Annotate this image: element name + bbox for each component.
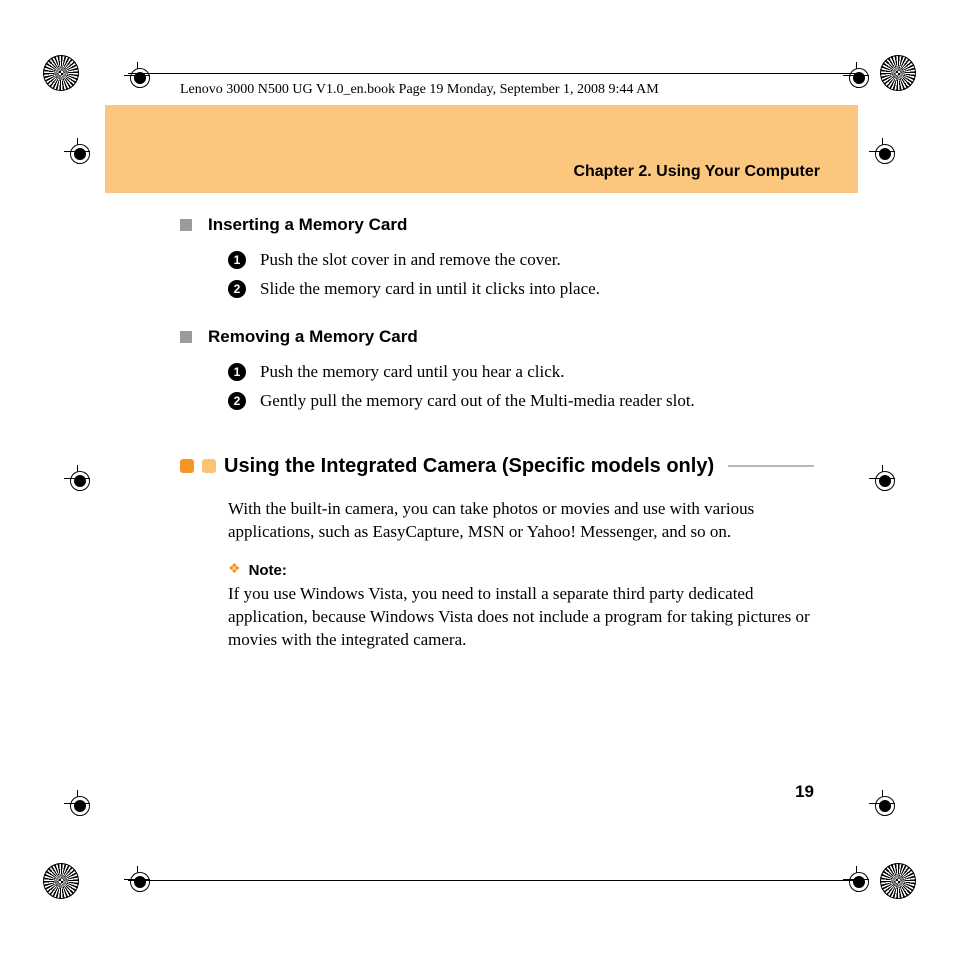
sub-heading: Inserting a Memory Card	[208, 215, 407, 235]
step-item: 2 Slide the memory card in until it clic…	[228, 278, 814, 301]
crop-mark-cross	[843, 62, 869, 88]
note-diamond-icon: ❖	[228, 563, 241, 577]
step-text: Push the memory card until you hear a cl…	[260, 361, 565, 384]
note-label: Note:	[249, 562, 287, 579]
step-text: Gently pull the memory card out of the M…	[260, 390, 695, 413]
sub-heading: Removing a Memory Card	[208, 327, 418, 347]
bullet-square-icon	[180, 219, 192, 231]
crop-mark-fan	[880, 863, 916, 899]
crop-mark-cross	[64, 790, 90, 816]
major-heading-row: Using the Integrated Camera (Specific mo…	[180, 455, 814, 478]
sub-heading-row: Removing a Memory Card	[180, 327, 814, 347]
crop-mark-fan	[43, 55, 79, 91]
chapter-title: Chapter 2. Using Your Computer	[573, 163, 820, 181]
crop-mark-cross	[869, 138, 895, 164]
crop-mark-cross	[124, 62, 150, 88]
step-list-remove: 1 Push the memory card until you hear a …	[228, 361, 814, 413]
crop-mark-fan	[43, 863, 79, 899]
body-paragraph: With the built-in camera, you can take p…	[228, 498, 814, 544]
crop-mark-cross	[64, 465, 90, 491]
step-number-badge: 1	[228, 363, 246, 381]
crop-mark-fan	[880, 55, 916, 91]
major-heading: Using the Integrated Camera (Specific mo…	[224, 455, 714, 478]
crop-mark-cross	[64, 138, 90, 164]
step-item: 1 Push the memory card until you hear a …	[228, 361, 814, 384]
document-header-meta: Lenovo 3000 N500 UG V1.0_en.book Page 19…	[180, 82, 659, 98]
note-text: If you use Windows Vista, you need to in…	[228, 583, 814, 652]
step-number-badge: 2	[228, 392, 246, 410]
bullet-square-icon	[180, 331, 192, 343]
crop-mark-cross	[869, 790, 895, 816]
step-number-badge: 2	[228, 280, 246, 298]
page-content: Inserting a Memory Card 1 Push the slot …	[180, 215, 814, 651]
heading-rule	[728, 465, 814, 467]
step-text: Slide the memory card in until it clicks…	[260, 278, 600, 301]
note-block: ❖ Note: If you use Windows Vista, you ne…	[228, 562, 814, 652]
heading-tile-icon	[202, 459, 216, 473]
crop-frame-line	[128, 880, 859, 881]
heading-tile-icon	[180, 459, 194, 473]
step-text: Push the slot cover in and remove the co…	[260, 249, 561, 272]
sub-heading-row: Inserting a Memory Card	[180, 215, 814, 235]
crop-mark-cross	[124, 866, 150, 892]
step-number-badge: 1	[228, 251, 246, 269]
crop-mark-cross	[843, 866, 869, 892]
step-list-insert: 1 Push the slot cover in and remove the …	[228, 249, 814, 301]
crop-frame-line	[128, 73, 859, 74]
step-item: 1 Push the slot cover in and remove the …	[228, 249, 814, 272]
step-item: 2 Gently pull the memory card out of the…	[228, 390, 814, 413]
chapter-header-bar: Chapter 2. Using Your Computer	[105, 105, 858, 193]
crop-mark-cross	[869, 465, 895, 491]
page-number: 19	[795, 782, 814, 802]
